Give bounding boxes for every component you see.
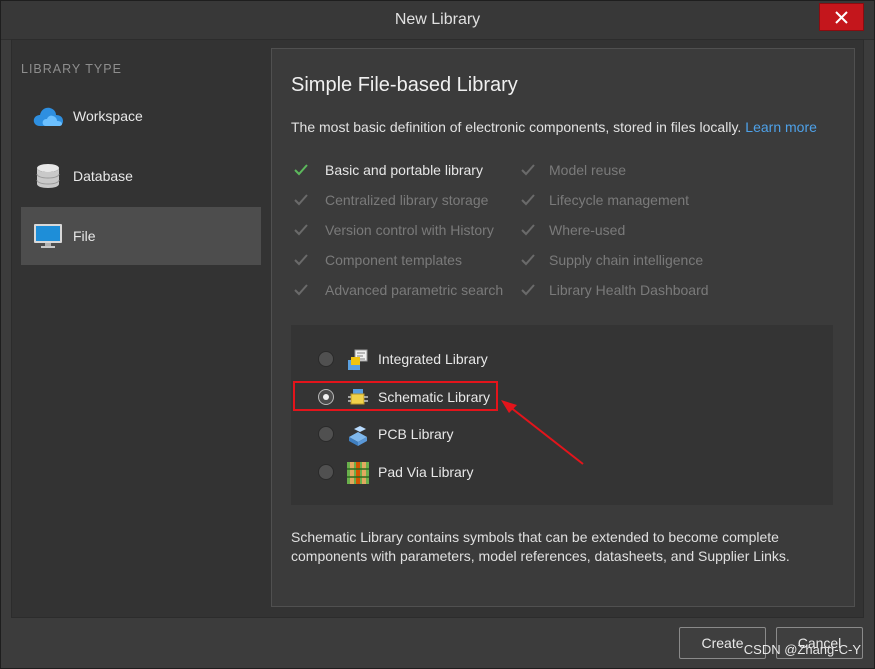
radio-pcb-library[interactable] bbox=[318, 426, 334, 442]
radio-integrated-library[interactable] bbox=[318, 351, 334, 367]
sidebar-item-workspace[interactable]: Workspace bbox=[21, 87, 261, 145]
checkmark-icon bbox=[521, 194, 535, 206]
library-type-description: Schematic Library contains symbols that … bbox=[291, 528, 821, 566]
sidebar-item-file[interactable]: File bbox=[21, 207, 261, 265]
page-title: Simple File-based Library bbox=[291, 74, 518, 96]
feature-label: Centralized library storage bbox=[325, 192, 489, 208]
selection-highlight-box bbox=[293, 381, 498, 411]
radio-pad-via-library[interactable] bbox=[318, 464, 334, 480]
learn-more-link[interactable]: Learn more bbox=[745, 119, 817, 135]
close-button[interactable] bbox=[819, 3, 864, 31]
description: The most basic definition of electronic … bbox=[291, 119, 817, 135]
checkmark-icon bbox=[521, 284, 535, 296]
feature-label: Where-used bbox=[549, 222, 626, 238]
sidebar-item-label: File bbox=[73, 228, 96, 244]
sidebar-item-label: Database bbox=[73, 168, 133, 184]
sidebar-item-database[interactable]: Database bbox=[21, 147, 261, 205]
annotation-arrow-icon bbox=[501, 400, 584, 465]
title-bar[interactable]: New Library bbox=[1, 1, 874, 40]
watermark: CSDN @Zhang-C-Y bbox=[743, 642, 861, 657]
feature-label: Lifecycle management bbox=[549, 192, 690, 208]
pad-via-library-icon bbox=[347, 462, 369, 484]
feature-label: Version control with History bbox=[325, 222, 494, 238]
sidebar-item-label: Workspace bbox=[73, 108, 143, 124]
feature-label: Component templates bbox=[325, 252, 462, 268]
monitor-icon bbox=[32, 220, 64, 252]
feature-label: Library Health Dashboard bbox=[549, 282, 709, 298]
checkmark-icon bbox=[521, 164, 535, 176]
option-label: PCB Library bbox=[378, 426, 454, 442]
feature-label: Model reuse bbox=[549, 162, 627, 178]
pcb-library-icon bbox=[349, 426, 367, 446]
footer-line-2: components with parameters, model refere… bbox=[291, 548, 790, 564]
option-integrated-library[interactable]: Integrated Library bbox=[318, 348, 618, 372]
database-icon bbox=[32, 160, 64, 192]
close-icon bbox=[835, 10, 848, 24]
checkmark-icon bbox=[294, 194, 308, 206]
feature-label: Advanced parametric search bbox=[325, 282, 504, 298]
option-label: Pad Via Library bbox=[378, 464, 474, 480]
checkmark-icon bbox=[521, 254, 535, 266]
window-title: New Library bbox=[394, 11, 481, 28]
option-label: Integrated Library bbox=[378, 351, 488, 367]
checkmark-icon bbox=[294, 164, 308, 176]
checkmark-icon bbox=[294, 254, 308, 266]
description-text: The most basic definition of electronic … bbox=[291, 119, 742, 135]
library-type-header: LIBRARY TYPE bbox=[21, 62, 122, 76]
feature-label: Supply chain intelligence bbox=[549, 252, 704, 268]
checkmark-icon bbox=[294, 284, 308, 296]
feature-label: Basic and portable library bbox=[325, 162, 483, 178]
checkmark-icon bbox=[521, 224, 535, 236]
checkmark-icon bbox=[294, 224, 308, 236]
cloud-icon bbox=[32, 100, 64, 132]
integrated-library-icon bbox=[348, 349, 368, 370]
footer-line-1: Schematic Library contains symbols that … bbox=[291, 529, 779, 545]
